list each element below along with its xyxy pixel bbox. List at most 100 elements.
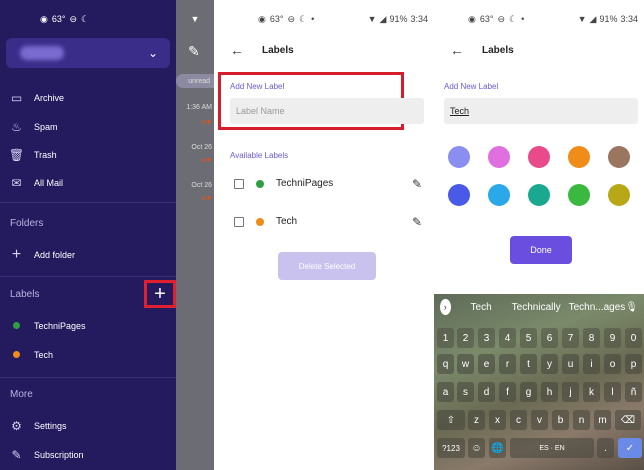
- globe-icon[interactable]: 🌐: [489, 438, 506, 458]
- drawer-item-label: Spam: [34, 121, 58, 132]
- key[interactable]: l: [604, 382, 621, 402]
- key[interactable]: f: [499, 382, 516, 402]
- key[interactable]: 2: [457, 328, 474, 348]
- key[interactable]: 3: [478, 328, 495, 348]
- key[interactable]: ñ: [625, 382, 642, 402]
- key[interactable]: t: [520, 354, 537, 374]
- folders-heading: Folders: [10, 218, 44, 229]
- star-icon: ⌀★: [201, 195, 213, 202]
- key[interactable]: 8: [583, 328, 600, 348]
- label-row-tech[interactable]: Tech: [234, 216, 297, 227]
- star-icon: ⌀★: [201, 157, 213, 164]
- key[interactable]: w: [457, 354, 474, 374]
- drawer-label-tech[interactable]: Tech: [10, 348, 53, 361]
- key[interactable]: d: [478, 382, 495, 402]
- key[interactable]: 5: [520, 328, 537, 348]
- back-arrow-icon[interactable]: ←: [450, 42, 464, 58]
- drawer-item-all-mail[interactable]: ✉ All Mail: [10, 175, 63, 190]
- label-checkbox[interactable]: [234, 216, 244, 227]
- color-swatch[interactable]: [448, 146, 470, 168]
- labels-screen: ◉ 63° ⊖ ☾ • ▼ ◢ 91% 3:34 ← Labels Add New Lab…: [214, 0, 434, 470]
- shift-icon[interactable]: ⇧: [437, 410, 465, 430]
- key[interactable]: c: [510, 410, 527, 430]
- key[interactable]: a: [437, 382, 454, 402]
- mail-list-overlay[interactable]: [176, 0, 214, 470]
- compose-icon[interactable]: ✎: [188, 43, 200, 60]
- key[interactable]: 6: [541, 328, 558, 348]
- divider: [0, 202, 176, 203]
- key[interactable]: 0: [625, 328, 642, 348]
- key[interactable]: g: [520, 382, 537, 402]
- key[interactable]: 9: [604, 328, 621, 348]
- on-screen-keyboard: › Tech Technically Techn...ages 🎙 1 2 3 …: [434, 294, 644, 470]
- edit-pencil-icon[interactable]: ✎: [412, 177, 422, 191]
- key[interactable]: 1: [437, 328, 454, 348]
- key[interactable]: i: [583, 354, 600, 374]
- available-labels-heading: Available Labels: [230, 151, 289, 160]
- edit-pencil-icon[interactable]: ✎: [412, 215, 422, 229]
- drawer-label-technipages[interactable]: TechniPages: [10, 319, 86, 332]
- key[interactable]: 7: [562, 328, 579, 348]
- label-row-technipages[interactable]: TechniPages: [234, 178, 333, 189]
- suggestion[interactable]: Techn...ages: [569, 302, 626, 313]
- key[interactable]: j: [562, 382, 579, 402]
- key[interactable]: z: [468, 410, 485, 430]
- drawer-item-archive[interactable]: ▭ Archive: [10, 91, 64, 105]
- page-title: Labels: [482, 44, 514, 56]
- key[interactable]: v: [531, 410, 548, 430]
- back-arrow-icon[interactable]: ←: [230, 42, 244, 58]
- color-swatch[interactable]: [568, 184, 590, 206]
- whatsapp-icon: ◉: [258, 13, 266, 24]
- color-swatch[interactable]: [448, 184, 470, 206]
- key[interactable]: h: [541, 382, 558, 402]
- key[interactable]: e: [478, 354, 495, 374]
- period-key[interactable]: .: [597, 438, 614, 458]
- color-swatch[interactable]: [528, 184, 550, 206]
- add-label-button[interactable]: +: [144, 280, 176, 308]
- key[interactable]: y: [541, 354, 558, 374]
- label-checkbox[interactable]: [234, 178, 244, 189]
- add-folder-button[interactable]: + Add folder: [10, 246, 75, 263]
- key[interactable]: b: [552, 410, 569, 430]
- enter-check-icon[interactable]: ✓: [618, 438, 642, 458]
- color-swatch[interactable]: [528, 146, 550, 168]
- key[interactable]: s: [457, 382, 474, 402]
- key[interactable]: m: [594, 410, 611, 430]
- account-switcher[interactable]: ⌄: [6, 38, 170, 68]
- chevron-right-icon[interactable]: ›: [440, 299, 451, 315]
- color-swatch[interactable]: [608, 184, 630, 206]
- delete-selected-button[interactable]: Delete Selected: [278, 252, 376, 280]
- backspace-icon[interactable]: ⌫: [615, 410, 641, 430]
- plus-icon: +: [154, 282, 166, 305]
- color-swatch[interactable]: [608, 146, 630, 168]
- color-swatch[interactable]: [488, 146, 510, 168]
- status-temp: 63°: [269, 14, 284, 24]
- drawer-item-settings[interactable]: ⚙ Settings: [10, 419, 66, 433]
- emoji-icon[interactable]: ☺: [468, 438, 485, 458]
- space-bar[interactable]: ES · EN: [510, 438, 594, 458]
- key[interactable]: p: [625, 354, 642, 374]
- key[interactable]: k: [583, 382, 600, 402]
- label-name-input[interactable]: Tech: [444, 98, 638, 124]
- label-name-input[interactable]: Label Name: [230, 98, 424, 124]
- drawer-item-spam[interactable]: ♨ Spam: [10, 120, 58, 134]
- drawer-item-label: Subscription: [34, 449, 84, 460]
- color-swatch[interactable]: [488, 184, 510, 206]
- key[interactable]: 4: [499, 328, 516, 348]
- suggestion[interactable]: Tech: [471, 302, 492, 313]
- symbols-key[interactable]: ?123: [437, 438, 465, 458]
- key[interactable]: r: [499, 354, 516, 374]
- key[interactable]: x: [489, 410, 506, 430]
- all-mail-icon: ✉: [11, 175, 22, 190]
- key[interactable]: n: [573, 410, 590, 430]
- drawer-item-subscription[interactable]: ✎ Subscription: [10, 448, 84, 462]
- key[interactable]: q: [437, 354, 454, 374]
- unread-badge: unread: [176, 74, 214, 88]
- color-swatch[interactable]: [568, 146, 590, 168]
- done-button[interactable]: Done: [510, 236, 572, 264]
- suggestion[interactable]: Technically: [512, 302, 561, 313]
- drawer-item-trash[interactable]: 🗑 Trash: [9, 148, 57, 162]
- key[interactable]: o: [604, 354, 621, 374]
- key[interactable]: u: [562, 354, 579, 374]
- microphone-icon[interactable]: 🎙: [625, 302, 638, 313]
